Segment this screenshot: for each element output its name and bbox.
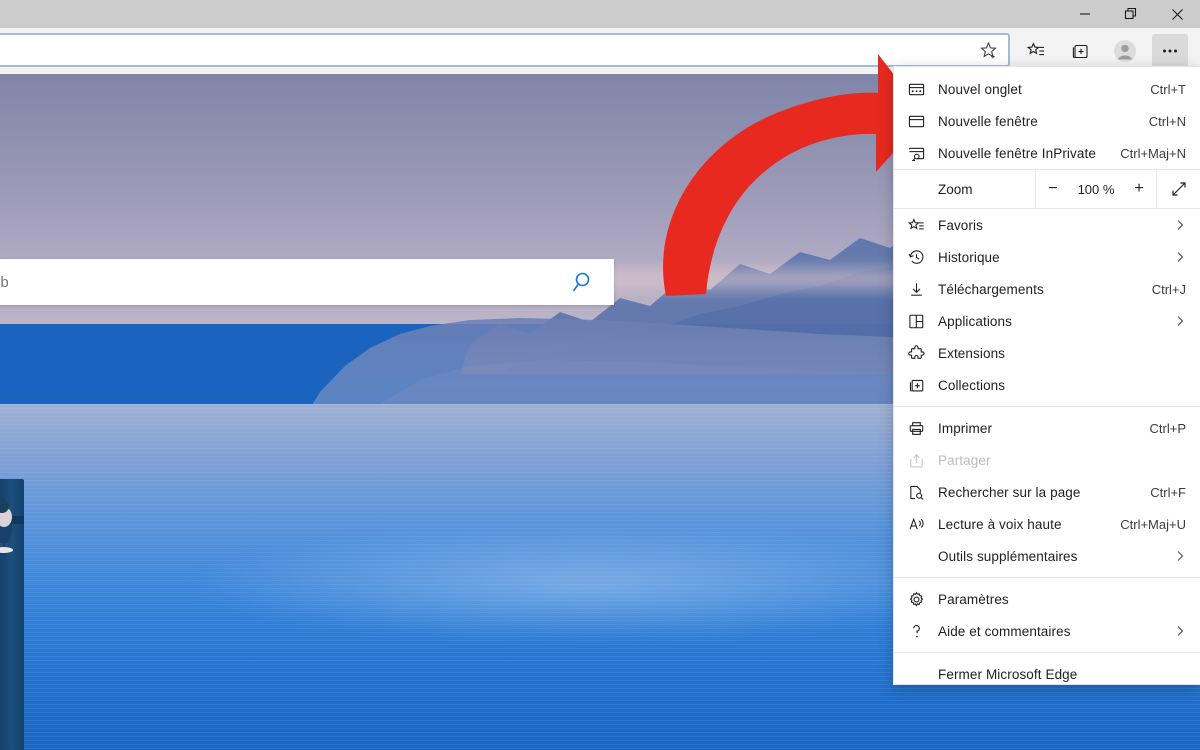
zoom-out-button[interactable]: −	[1036, 170, 1070, 208]
menu-item-label: Applications	[938, 313, 1012, 329]
menu-item-shortcut: Ctrl+F	[1150, 484, 1186, 500]
menu-item-collections[interactable]: Collections	[894, 369, 1200, 401]
menu-separator	[894, 577, 1200, 578]
menu-item-help-feedback[interactable]: Aide et commentaires	[894, 615, 1200, 647]
menu-item-label: Nouvelle fenêtre InPrivate	[938, 145, 1096, 161]
help-icon	[908, 621, 938, 641]
address-bar[interactable]	[0, 33, 1010, 67]
menu-separator	[894, 406, 1200, 407]
menu-item-label: Rechercher sur la page	[938, 484, 1081, 500]
favorites-list-icon[interactable]	[1018, 34, 1054, 68]
menu-item-label: Paramètres	[938, 591, 1009, 607]
downloads-icon	[908, 279, 938, 299]
chevron-right-icon	[1166, 219, 1186, 231]
chevron-right-icon	[1166, 550, 1186, 562]
menu-separator	[894, 652, 1200, 653]
menu-item-label: Partager	[938, 452, 991, 468]
zoom-label: Zoom	[938, 181, 973, 197]
menu-item-label: Extensions	[938, 345, 1006, 361]
menu-item-label: Nouvel onglet	[938, 81, 1022, 97]
menu-item-more-tools[interactable]: Outils supplémentaires	[894, 540, 1200, 572]
menu-item-new-window[interactable]: Nouvelle fenêtre Ctrl+N	[894, 105, 1200, 137]
menu-item-shortcut: Ctrl+T	[1150, 81, 1186, 97]
web-search-input[interactable]	[0, 259, 554, 305]
background-bird	[0, 499, 13, 553]
new-tab-icon	[908, 79, 938, 99]
menu-item-label: Téléchargements	[938, 281, 1044, 297]
profile-avatar-icon[interactable]	[1107, 34, 1143, 68]
zoom-row: Zoom − 100 % +	[894, 169, 1200, 209]
menu-item-read-aloud[interactable]: Lecture à voix haute Ctrl+Maj+U	[894, 508, 1200, 540]
menu-item-label: Outils supplémentaires	[938, 548, 1078, 564]
window-titlebar	[0, 0, 1200, 28]
sea-glint	[180, 524, 1000, 644]
ellipsis-icon[interactable]	[1152, 34, 1188, 68]
collections-icon	[908, 375, 938, 395]
menu-item-find-in-page[interactable]: Rechercher sur la page Ctrl+F	[894, 476, 1200, 508]
read-aloud-icon	[908, 514, 938, 534]
menu-item-new-tab[interactable]: Nouvel onglet Ctrl+T	[894, 73, 1200, 105]
menu-item-shortcut: Ctrl+J	[1151, 281, 1186, 297]
new-window-icon	[908, 111, 938, 131]
menu-item-settings[interactable]: Paramètres	[894, 583, 1200, 615]
search-icon[interactable]	[554, 259, 614, 305]
find-in-page-icon	[908, 482, 938, 502]
gear-icon	[908, 589, 938, 609]
menu-item-shortcut: Ctrl+Maj+N	[1120, 145, 1186, 161]
menu-item-new-inprivate-window[interactable]: Nouvelle fenêtre InPrivate Ctrl+Maj+N	[894, 137, 1200, 169]
web-search-box[interactable]	[0, 259, 614, 305]
zoom-value: 100 %	[1077, 181, 1115, 197]
zoom-in-button[interactable]: +	[1122, 170, 1156, 208]
menu-item-shortcut: Ctrl+N	[1148, 113, 1186, 129]
menu-item-downloads[interactable]: Téléchargements Ctrl+J	[894, 273, 1200, 305]
chevron-right-icon	[1166, 625, 1186, 637]
menu-item-label: Nouvelle fenêtre	[938, 113, 1038, 129]
print-icon	[908, 418, 938, 438]
chevron-right-icon	[1166, 315, 1186, 327]
history-icon	[908, 247, 938, 267]
menu-item-label: Imprimer	[938, 420, 993, 436]
menu-item-label: Collections	[938, 377, 1006, 393]
menu-item-history[interactable]: Historique	[894, 241, 1200, 273]
menu-item-label: Historique	[938, 249, 1000, 265]
restore-button[interactable]	[1108, 0, 1154, 28]
menu-item-shortcut: Ctrl+Maj+U	[1120, 516, 1186, 532]
menu-item-apps[interactable]: Applications	[894, 305, 1200, 337]
menu-item-label: Aide et commentaires	[938, 623, 1071, 639]
fullscreen-icon[interactable]	[1156, 170, 1200, 208]
apps-icon	[908, 311, 938, 331]
minimize-button[interactable]	[1062, 0, 1108, 28]
menu-item-shortcut: Ctrl+P	[1149, 420, 1186, 436]
chevron-right-icon	[1166, 251, 1186, 263]
menu-item-favorites[interactable]: Favoris	[894, 209, 1200, 241]
collections-icon[interactable]	[1062, 34, 1098, 68]
share-icon	[908, 450, 938, 470]
star-plus-icon[interactable]	[968, 35, 1008, 65]
close-button[interactable]	[1154, 0, 1200, 28]
menu-item-label: Favoris	[938, 217, 983, 233]
inprivate-window-icon	[908, 143, 938, 163]
zoom-controls: − 100 % +	[1035, 170, 1156, 208]
edge-browser-window: Nouvel onglet Ctrl+T Nouvelle fenêtre Ct…	[0, 0, 1200, 750]
menu-item-share: Partager	[894, 444, 1200, 476]
menu-item-print[interactable]: Imprimer Ctrl+P	[894, 412, 1200, 444]
edge-settings-menu: Nouvel onglet Ctrl+T Nouvelle fenêtre Ct…	[893, 66, 1200, 685]
menu-item-label: Lecture à voix haute	[938, 516, 1062, 532]
favorites-icon	[908, 215, 938, 235]
address-input[interactable]	[0, 35, 968, 65]
extensions-icon	[908, 343, 938, 363]
menu-item-label: Fermer Microsoft Edge	[938, 666, 1078, 682]
menu-item-close-edge[interactable]: Fermer Microsoft Edge	[894, 658, 1200, 690]
menu-item-extensions[interactable]: Extensions	[894, 337, 1200, 369]
